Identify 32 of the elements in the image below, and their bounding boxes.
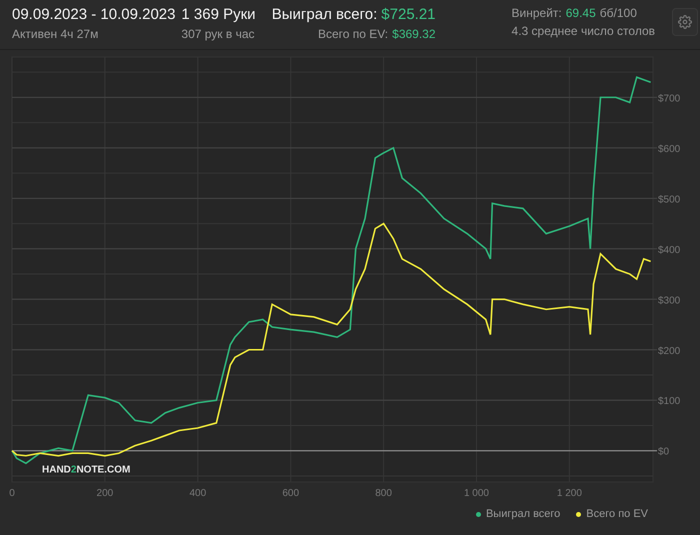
legend-label: Всего по EV xyxy=(586,508,648,520)
winrate-value: 69.45 xyxy=(566,6,596,20)
won-label: Выиграл всего: xyxy=(272,6,378,23)
winrate-unit: бб/100 xyxy=(600,6,637,20)
settings-icon xyxy=(678,15,692,29)
x-axis-label: 0 xyxy=(9,488,15,499)
won-value: $725.21 xyxy=(381,6,436,23)
x-axis-label: 800 xyxy=(375,488,392,499)
x-axis-label: 400 xyxy=(189,488,206,499)
hands-count: 1 369 Руки xyxy=(181,6,256,23)
ev-value: $369.32 xyxy=(392,27,436,41)
y-axis-label: $600 xyxy=(658,144,680,155)
active-time: Активен 4ч 27м xyxy=(12,27,98,41)
x-axis-label: 1 200 xyxy=(556,488,582,499)
legend-label: Выиграл всего xyxy=(486,508,560,520)
y-axis-label: $500 xyxy=(658,194,680,206)
y-axis-label: $200 xyxy=(658,346,680,357)
y-axis-label: $0 xyxy=(658,446,670,458)
y-axis-label: $400 xyxy=(658,244,680,256)
hands-per-hour: 307 рук в час xyxy=(181,27,255,41)
ev-label: Всего по EV: xyxy=(318,27,388,41)
x-axis-label: 600 xyxy=(282,488,300,499)
winrate-label: Винрейт: xyxy=(512,6,562,20)
x-axis-label: 200 xyxy=(96,488,114,499)
tables-average: 4.3 среднее число столов xyxy=(512,24,655,38)
settings-button[interactable] xyxy=(672,8,698,36)
y-axis-label: $700 xyxy=(658,93,680,104)
y-axis-label: $300 xyxy=(658,295,680,306)
x-axis-label: 1 000 xyxy=(464,488,489,499)
date-range: 09.09.2023 - 10.09.2023 xyxy=(12,6,176,23)
y-axis-label: $100 xyxy=(658,396,680,408)
watermark-logo: HAND2NOTE.COM xyxy=(42,464,130,476)
